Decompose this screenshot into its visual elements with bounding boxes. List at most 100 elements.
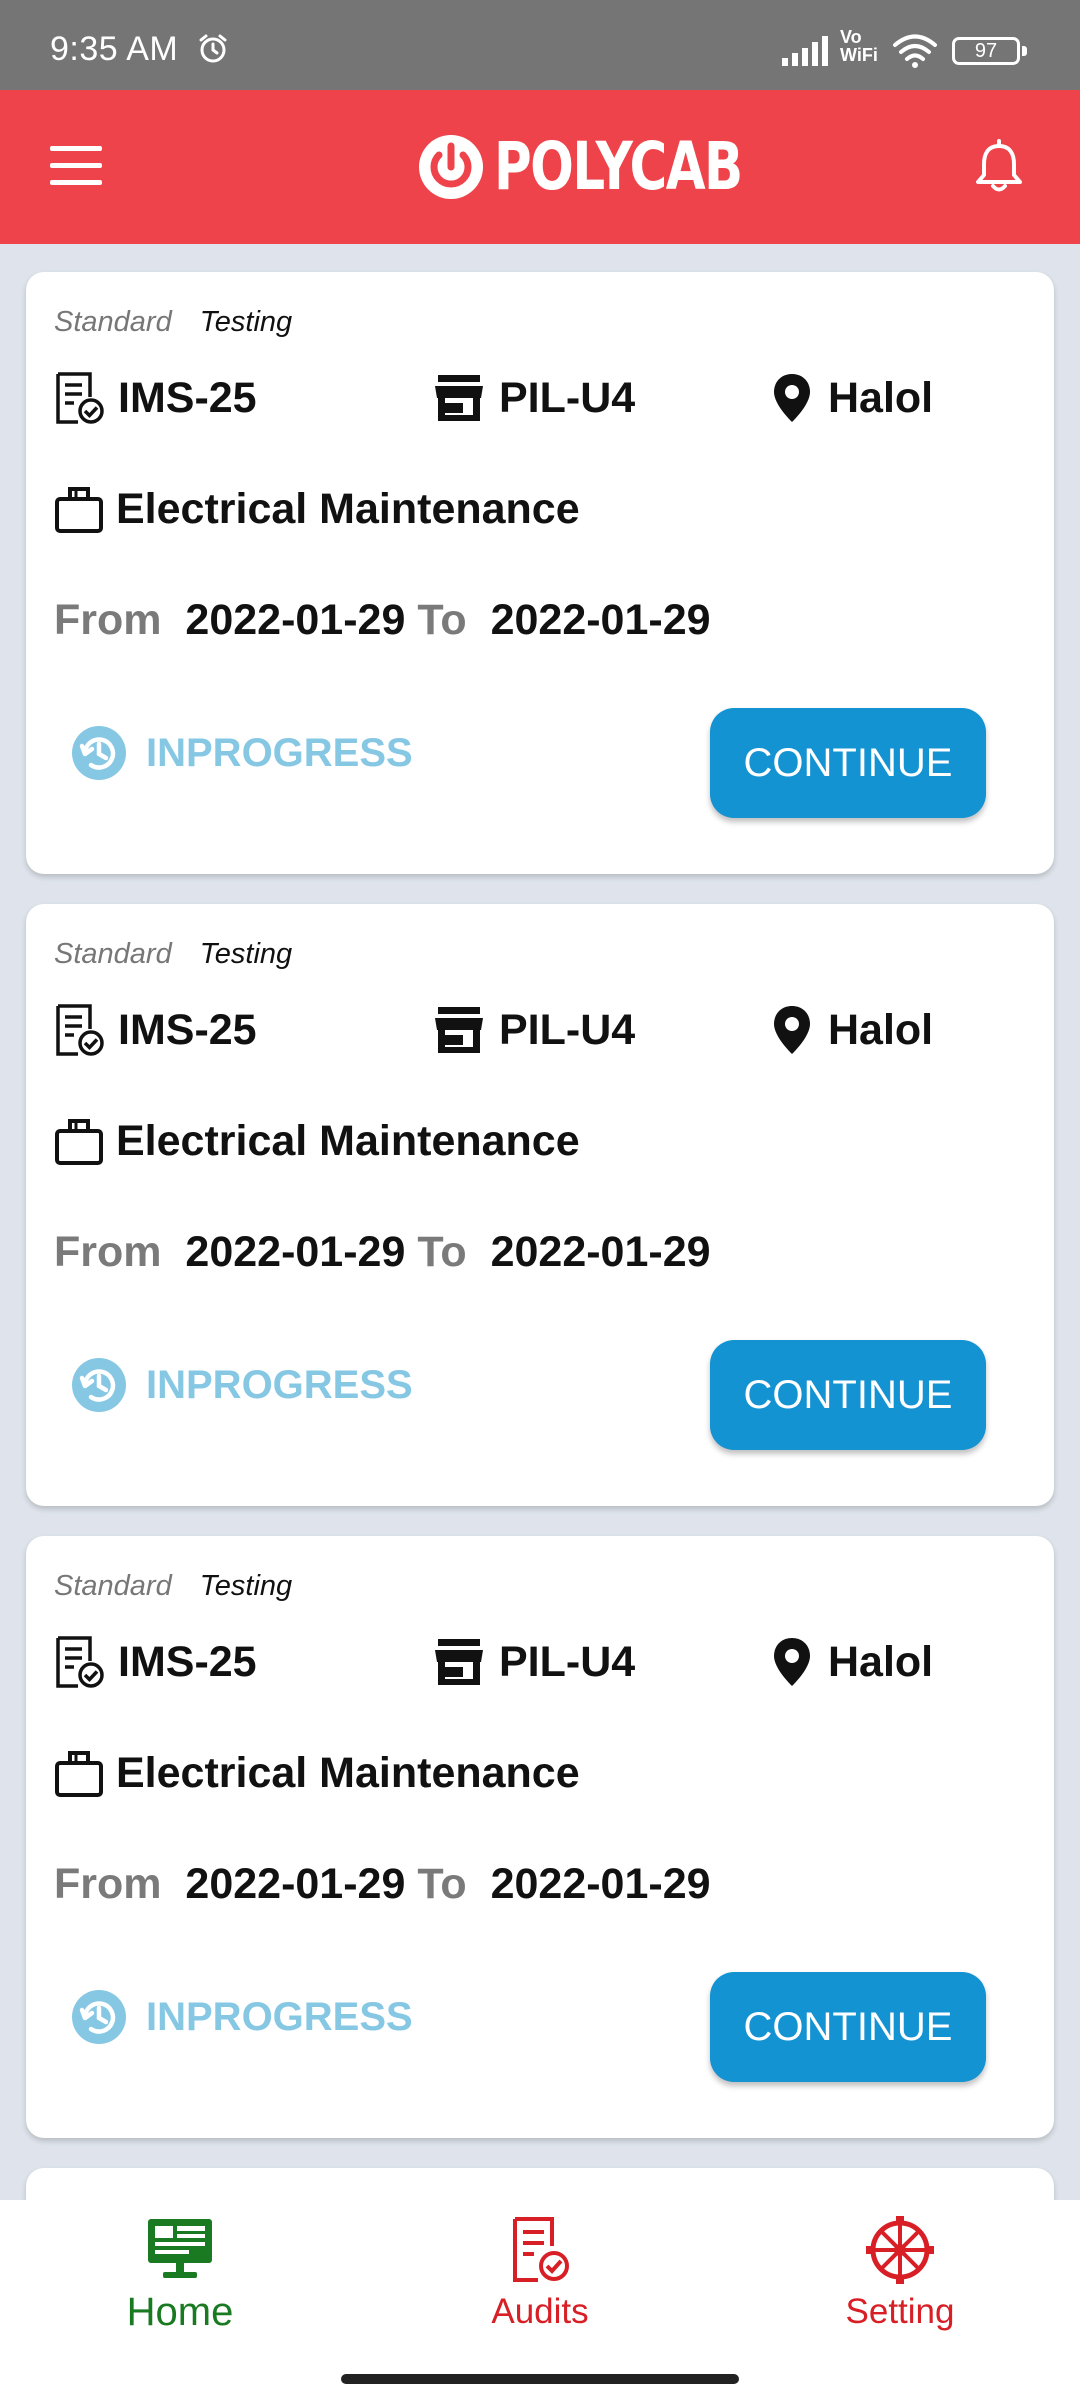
power-logo-icon	[419, 134, 483, 199]
from-label: From	[54, 1228, 162, 1276]
audit-mode-tag: Testing	[199, 938, 293, 970]
bell-icon	[976, 139, 1022, 192]
audit-type-tag: Standard	[54, 1570, 172, 1602]
alarm-icon	[199, 34, 227, 63]
store-icon	[435, 1007, 483, 1053]
store-icon	[435, 1639, 483, 1685]
plant-field: PIL-U4	[433, 1632, 635, 1692]
from-label: From	[54, 1860, 162, 1908]
briefcase-icon	[55, 1119, 103, 1165]
app-bar: POLYCAB	[0, 90, 1080, 244]
polycab-logo: POLYCAB	[418, 128, 812, 205]
audit-document-icon	[513, 2217, 569, 2282]
plant-code: PIL-U4	[499, 1637, 636, 1686]
audit-card[interactable]: Standard Testing IMS-25 PIL-U4 Halol Elec…	[26, 272, 1054, 874]
audit-type-tag: Standard	[54, 938, 172, 970]
department-name: Electrical Maintenance	[116, 1116, 580, 1165]
status-text: INPROGRESS	[146, 1362, 413, 1407]
signal-icon	[782, 36, 828, 66]
location-pin-icon	[774, 374, 810, 422]
continue-button[interactable]: CONTINUE	[710, 708, 986, 818]
briefcase-icon	[55, 487, 103, 533]
briefcase-icon	[55, 1751, 103, 1797]
location-name: Halol	[828, 1005, 934, 1054]
gesture-bar[interactable]	[341, 2374, 739, 2384]
bottom-navigation: Home Audits Setting	[0, 2200, 1080, 2400]
audit-code: IMS-25	[118, 1637, 257, 1686]
location-pin-icon	[774, 1638, 810, 1686]
to-label: To	[417, 596, 467, 644]
status-bar: 9:35 AM Vo WiFi 97	[0, 0, 1080, 90]
to-date: 2022-01-29	[490, 1228, 711, 1276]
store-icon	[435, 375, 483, 421]
audit-document-icon	[56, 372, 104, 424]
menu-button[interactable]	[50, 146, 102, 186]
inprogress-icon	[72, 726, 126, 780]
battery-indicator: 97	[952, 37, 1027, 65]
continue-button[interactable]: CONTINUE	[710, 1340, 986, 1450]
vowifi-top-text: Vo	[840, 27, 862, 47]
logo-text: POLYCAB	[494, 128, 743, 205]
location-field: Halol	[770, 368, 933, 428]
to-label: To	[417, 1228, 467, 1276]
menu-icon-line	[50, 180, 102, 185]
menu-icon-line	[50, 163, 102, 168]
location-field: Halol	[770, 1632, 933, 1692]
nav-audits-label: Audits	[491, 2292, 589, 2331]
status-time: 9:35 AM	[50, 30, 179, 68]
date-range: From 2022-01-29 To 2022-01-29	[54, 1228, 711, 1277]
department-name: Electrical Maintenance	[116, 1748, 580, 1797]
notifications-button[interactable]	[970, 138, 1028, 196]
audit-tags: Standard Testing	[54, 938, 292, 971]
location-pin-icon	[774, 1006, 810, 1054]
nav-setting[interactable]: Setting	[770, 2216, 1030, 2332]
date-range: From 2022-01-29 To 2022-01-29	[54, 596, 711, 645]
wifi-icon	[893, 34, 937, 68]
status-text: INPROGRESS	[146, 1994, 413, 2039]
audit-document-icon	[56, 1636, 104, 1688]
to-label: To	[417, 1860, 467, 1908]
from-date: 2022-01-29	[185, 1860, 406, 1908]
audit-code-field: IMS-25	[54, 368, 257, 428]
audit-tags: Standard Testing	[54, 1570, 292, 1603]
audit-tags: Standard Testing	[54, 306, 292, 339]
plant-field: PIL-U4	[433, 368, 635, 428]
inprogress-icon	[72, 1358, 126, 1412]
status-text: INPROGRESS	[146, 730, 413, 775]
from-date: 2022-01-29	[185, 1228, 406, 1276]
location-field: Halol	[770, 1000, 933, 1060]
audit-document-icon	[56, 1004, 104, 1056]
from-label: From	[54, 596, 162, 644]
inprogress-icon	[72, 1990, 126, 2044]
date-range: From 2022-01-29 To 2022-01-29	[54, 1860, 711, 1909]
to-date: 2022-01-29	[490, 596, 711, 644]
continue-button[interactable]: CONTINUE	[710, 1972, 986, 2082]
plant-field: PIL-U4	[433, 1000, 635, 1060]
audit-code-field: IMS-25	[54, 1632, 257, 1692]
department-name: Electrical Maintenance	[116, 484, 580, 533]
audit-card[interactable]: Standard Testing IMS-25 PIL-U4 Halol Elec…	[26, 904, 1054, 1506]
audit-card[interactable]: Standard Testing IMS-25 PIL-U4 Halol Elec…	[26, 1536, 1054, 2138]
location-name: Halol	[828, 1637, 934, 1686]
nav-home[interactable]: Home	[50, 2216, 310, 2335]
audit-code: IMS-25	[118, 373, 257, 422]
department-field: Electrical Maintenance	[54, 1116, 580, 1166]
nav-home-label: Home	[126, 2290, 234, 2334]
vowifi-bottom-text: WiFi	[840, 45, 878, 65]
monitor-icon	[148, 2219, 212, 2278]
department-field: Electrical Maintenance	[54, 1748, 580, 1798]
location-name: Halol	[828, 373, 934, 422]
status-indicator: INPROGRESS	[70, 1988, 413, 2046]
nav-setting-label: Setting	[845, 2292, 955, 2331]
department-field: Electrical Maintenance	[54, 484, 580, 534]
audit-code: IMS-25	[118, 1005, 257, 1054]
audit-code-field: IMS-25	[54, 1000, 257, 1060]
gear-wheel-icon	[866, 2216, 934, 2284]
from-date: 2022-01-29	[185, 596, 406, 644]
plant-code: PIL-U4	[499, 1005, 636, 1054]
status-indicator: INPROGRESS	[70, 1356, 413, 1414]
vowifi-indicator: Vo WiFi	[840, 28, 878, 64]
nav-audits[interactable]: Audits	[410, 2216, 670, 2332]
audit-mode-tag: Testing	[199, 306, 293, 338]
menu-icon-line	[50, 146, 102, 151]
